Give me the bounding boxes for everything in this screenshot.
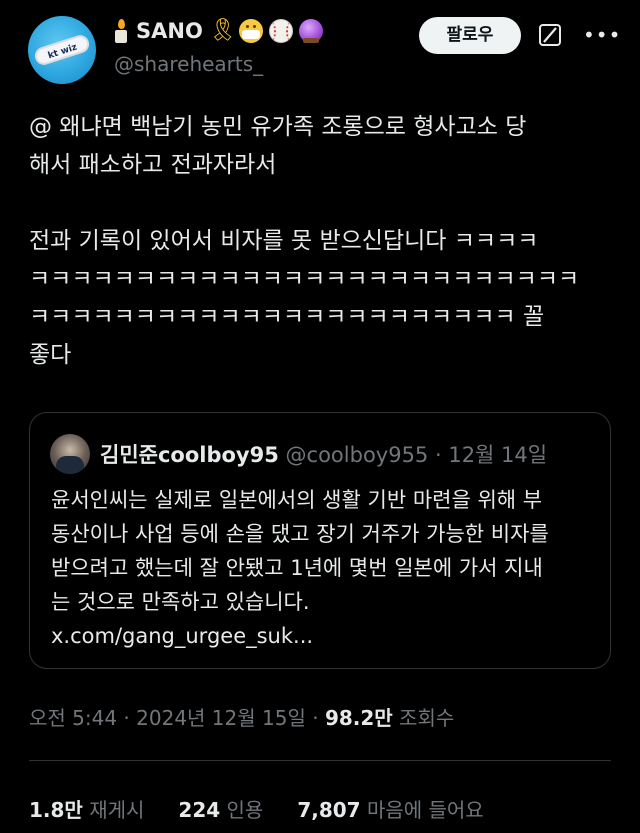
retweet-count: 1.8만 — [29, 798, 83, 822]
quoted-author-avatar[interactable] — [50, 434, 90, 474]
tweet-text: @ 왜냐면 백남기 농민 유가족 조롱으로 형사고소 당 해서 패소하고 전과자… — [29, 114, 580, 368]
baseball-icon — [268, 19, 293, 43]
views-count: 98.2만 — [324, 706, 393, 730]
quoted-author-handle: @coolboy955 — [285, 443, 429, 467]
ribbon-icon: 🎗 — [208, 18, 237, 43]
like-count: 7,807 — [297, 798, 361, 822]
follow-button[interactable]: 팔로우 — [419, 17, 521, 54]
tweet-timestamp[interactable]: 오전 5:44 · 2024년 12월 15일 · — [29, 706, 325, 730]
quoted-author-row: 김민준coolboy95 @coolboy955 · 12월 14일 — [100, 439, 547, 469]
retweet-label: 재게시 — [82, 798, 145, 822]
engagement-stats: 1.8만 재게시 224 인용 7,807 마음에 들어요 — [29, 794, 518, 823]
grok-icon[interactable] — [538, 23, 562, 47]
views-label: 조회수 — [392, 706, 455, 730]
quote-count: 224 — [178, 798, 221, 822]
quoted-tweet[interactable]: 김민준coolboy95 @coolboy955 · 12월 14일 윤서인씨는… — [29, 412, 611, 669]
author-handle[interactable]: @sharehearts_ — [114, 52, 263, 76]
like-stat[interactable]: 7,807 마음에 들어요 — [297, 794, 483, 823]
mask-face-icon — [238, 19, 263, 43]
quoted-author-name[interactable]: 김민준coolboy95 — [100, 443, 279, 467]
tweet-meta: 오전 5:44 · 2024년 12월 15일 · 98.2만 조회수 — [29, 702, 454, 731]
more-options-icon[interactable]: ••• — [583, 22, 620, 48]
divider — [29, 760, 611, 761]
like-label: 마음에 들어요 — [360, 798, 484, 822]
author-name-row[interactable]: SANO 🎗 — [114, 15, 323, 47]
crystal-ball-icon — [298, 19, 323, 43]
tweet-header: kt wiz SANO 🎗 @sharehearts_ 팔로우 ••• — [0, 0, 640, 100]
retweet-stat[interactable]: 1.8만 재게시 — [29, 794, 144, 823]
quote-stat[interactable]: 224 인용 — [178, 794, 263, 823]
candle-icon — [114, 19, 128, 43]
avatar-logo: kt wiz — [32, 32, 92, 68]
quote-label: 인용 — [220, 798, 264, 822]
quoted-date: · 12월 14일 — [434, 443, 548, 467]
author-name[interactable]: SANO — [136, 19, 203, 43]
author-avatar[interactable]: kt wiz — [28, 16, 96, 84]
quoted-tweet-text: 윤서인씨는 실제로 일본에서의 생활 기반 마련을 위해 부 동산이나 사업 등… — [51, 488, 549, 648]
